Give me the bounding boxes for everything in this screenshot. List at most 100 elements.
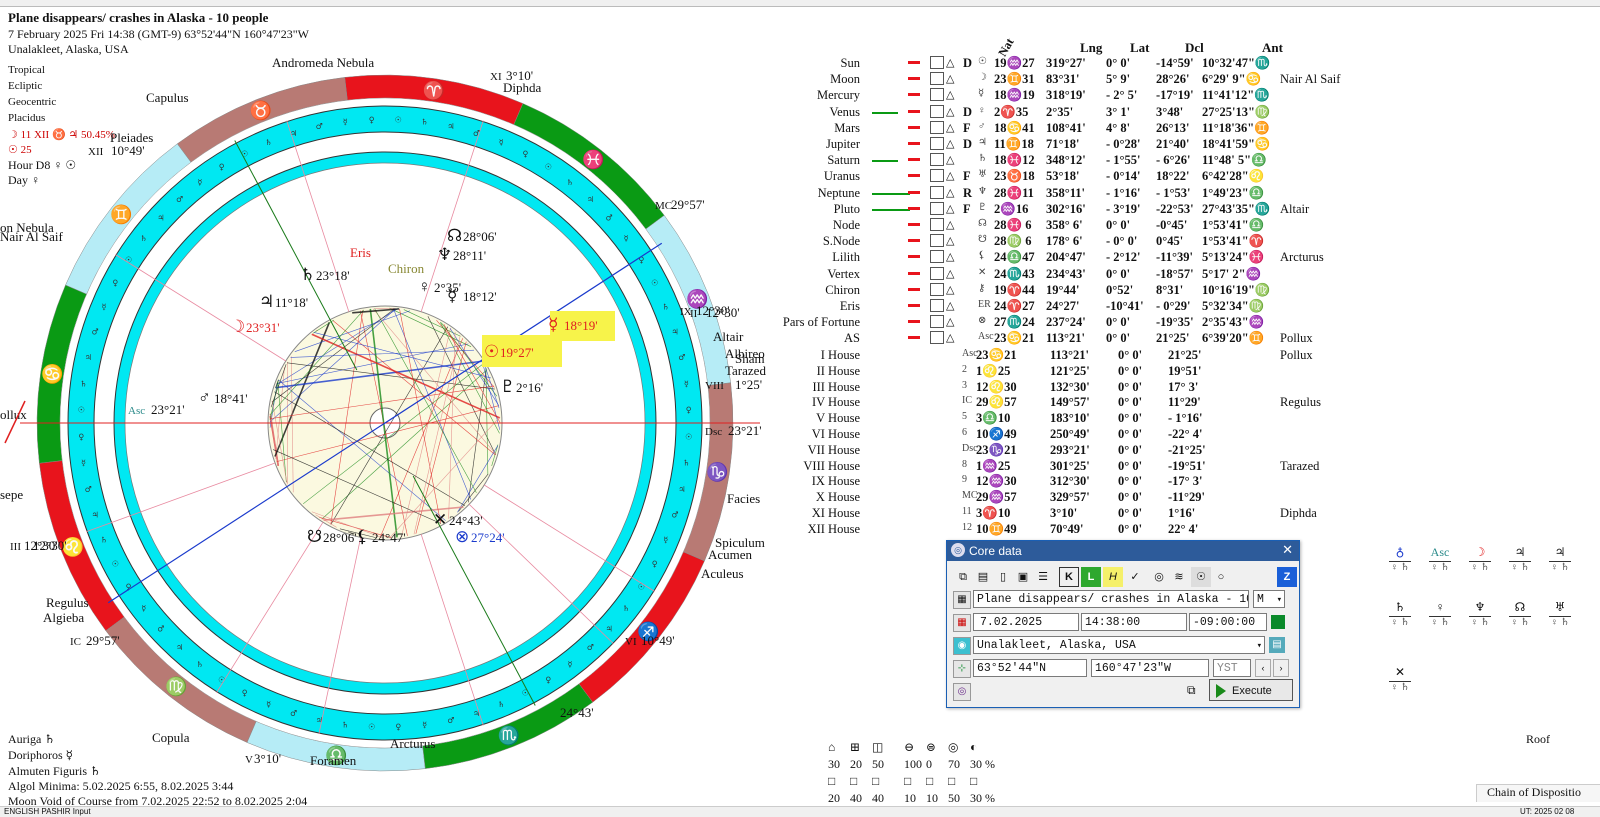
chevron-down-icon: ▾ (1257, 637, 1262, 654)
settings-icon[interactable]: ◎ (1149, 567, 1169, 587)
cell-pos: 27♏24 (994, 315, 1035, 330)
cell-lng: 113°21' (1046, 331, 1085, 346)
house-row: V House53♎10183°10'0° 0'- 1°16' (750, 411, 1370, 427)
planet-row: △Node☊28♓ 6358° 6'0° 0'-0°45'1°53'41"♎ (750, 218, 1370, 234)
gender-select[interactable]: M▾ (1253, 590, 1285, 608)
l-button-icon[interactable]: L (1081, 567, 1101, 587)
cell-lat: - 2°12' (1106, 250, 1141, 265)
triangle-icon: △ (946, 315, 954, 328)
planet-glyph: ☊ (447, 226, 462, 245)
fixed-star-label: Nair Al Saif (0, 229, 63, 244)
cell-glyph: ☉ (978, 56, 987, 67)
place-field[interactable]: Unalakleet, Alaska, USA▾ (973, 636, 1265, 654)
core-data-dialog[interactable]: ◎ Core data ✕ ⧉ ▤ ▯ ▣ ☰ K L H ✓ ◎ ≋ ☉ ○ … (946, 540, 1300, 708)
cell-ant: 5°32'34"♍ (1202, 299, 1264, 314)
hdr-ant: Ant (1262, 40, 1283, 56)
cell-ant: 1°49'23"♎ (1202, 186, 1264, 201)
zone-color-indicator[interactable] (1271, 615, 1285, 629)
cell-name: VI House (750, 427, 860, 442)
cell-name: V House (750, 411, 860, 426)
degree-glyph: ♀ (112, 279, 118, 288)
planet-glyph: ⚸ (356, 527, 368, 546)
h-button-icon[interactable]: H (1103, 567, 1123, 587)
cell-name: Pluto (750, 202, 860, 217)
degree-glyph: ♃ (85, 353, 92, 362)
cell-lng: 83°31' (1046, 72, 1079, 87)
z-button-icon[interactable]: Z (1277, 567, 1297, 587)
next-icon[interactable]: › (1273, 659, 1289, 677)
filter-icon[interactable]: ≋ (1169, 567, 1189, 587)
longitude-field[interactable]: 160°47'23"W (1091, 659, 1209, 677)
cell-pos: 12♒30 (976, 474, 1017, 489)
planet-degree: 18°12' (463, 289, 497, 304)
latitude-field[interactable]: 63°52'44"N (973, 659, 1087, 677)
sign-glyph: ♋ (41, 363, 63, 385)
save-icon[interactable]: ▣ (1013, 567, 1033, 587)
close-icon[interactable]: ✕ (1282, 542, 1293, 558)
cell-lng: 3°10' (1050, 506, 1077, 521)
k-button-icon[interactable]: K (1059, 567, 1079, 587)
stat-icon: ⊖ (904, 740, 914, 755)
map-icon[interactable]: ▤ (1269, 637, 1285, 653)
cell-pos: 1♌25 (976, 364, 1010, 379)
list-icon[interactable]: ☰ (1033, 567, 1053, 587)
cell-star: Diphda (1280, 506, 1317, 521)
zone-field[interactable]: -09:00:00 (1189, 613, 1267, 631)
degree-glyph: ♃ (606, 624, 613, 633)
fixed-star-label: sepe (0, 487, 23, 502)
status-left: ENGLISH PASHIR Input (4, 807, 91, 816)
chart-wheel[interactable]: ♈♉♊♋♌♍♎♏♐♑♒♓♀☿♂♃♄☉♀☿♂♃♄☉♀☿♂♃♄☉♀☿♂♃♄☉♀☿♂♃… (0, 45, 770, 785)
cell-lat: 0° 0' (1106, 56, 1130, 71)
copy-result-icon[interactable]: ⧉ (1187, 683, 1196, 698)
triangle-icon: △ (946, 234, 954, 247)
prev-icon[interactable]: ‹ (1255, 659, 1271, 677)
cell-name: II House (750, 364, 860, 379)
dialog-titlebar[interactable]: ◎ Core data ✕ (947, 541, 1299, 561)
cell-name: Neptune (750, 186, 860, 201)
degree-glyph: ♄ (140, 234, 147, 243)
cell-dcl: 21°25' (1168, 348, 1201, 363)
sun-toggle-icon[interactable]: ☉ (1191, 567, 1211, 587)
degree-glyph: ♃ (176, 643, 183, 652)
copy-icon[interactable]: ⧉ (953, 567, 973, 587)
cell-pos: 23♋21 (976, 348, 1017, 363)
zone-abbr-field[interactable]: YST (1213, 659, 1251, 677)
cell-pos: 23♑21 (976, 443, 1017, 458)
open-icon[interactable]: ▤ (973, 567, 993, 587)
planet-degree: 18°41' (214, 391, 248, 406)
time-field[interactable]: 14:38:00 (1081, 613, 1187, 631)
degree-glyph: ♂ (91, 328, 98, 337)
cell-lng: 113°21' (1050, 348, 1089, 363)
degree-glyph: ♀ (78, 432, 84, 441)
roof-label: Roof (1526, 732, 1550, 747)
date-field[interactable]: 7.02.2025 (973, 613, 1079, 631)
circle-icon[interactable]: ○ (1211, 567, 1231, 587)
cell-lat: 0° 0' (1118, 506, 1142, 521)
check-icon[interactable]: ✓ (1125, 567, 1145, 587)
planet-row: △S.Node☋28♍ 6178° 6'- 0° 0'0°45'1°53'41"… (750, 234, 1370, 250)
name-field[interactable]: Plane disappears/ crashes in Alaska - 10 (973, 590, 1249, 608)
execute-button[interactable]: Execute (1209, 679, 1293, 701)
degree-glyph: ☉ (78, 406, 85, 415)
stat-icon: □ (948, 774, 955, 789)
debility-bar (908, 77, 920, 80)
stat-icon: ⌂ (828, 740, 835, 755)
grid-box-icon (930, 218, 944, 231)
planet-degree: 27°24' (471, 530, 505, 545)
degree-glyph: ♄ (80, 379, 87, 388)
cell-lng: 302°16' (1046, 202, 1086, 217)
degree-glyph: ☉ (545, 163, 552, 172)
cell-lat: 0° 0' (1118, 443, 1142, 458)
top-toolbar-strip (0, 0, 1600, 7)
cell-lng: 312°30' (1050, 474, 1090, 489)
new-file-icon[interactable]: ▯ (993, 567, 1013, 587)
cell-lng: 358° 6' (1046, 218, 1083, 233)
chain-of-disposition-tab[interactable]: Chain of Dispositio (1476, 784, 1600, 802)
cell-star: Nair Al Saif (1280, 72, 1340, 87)
degree-glyph: ♃ (473, 709, 480, 718)
cell-dcl: 21°25' (1156, 331, 1189, 346)
cell-lat: 0° 0' (1118, 522, 1142, 537)
fixed-star-label: Acumen (708, 547, 753, 562)
cell-glyph: 3 (962, 380, 967, 391)
stat-value: 20 (850, 757, 862, 772)
